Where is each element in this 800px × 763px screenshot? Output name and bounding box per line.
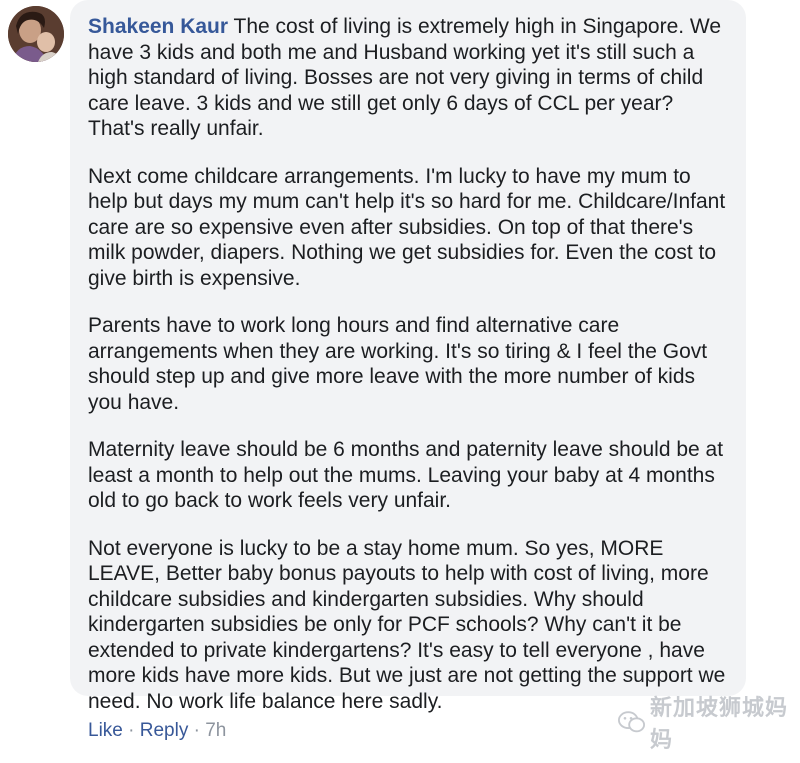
profile-photo xyxy=(8,6,64,62)
comment-paragraph: Not everyone is lucky to be a stay home … xyxy=(88,536,726,713)
comment-paragraph: Parents have to work long hours and find… xyxy=(88,314,708,414)
comment-paragraph: Maternity leave should be 6 months and p… xyxy=(88,438,724,512)
comment-paragraph: Next come childcare arrangements. I'm lu… xyxy=(88,164,726,290)
timestamp-link[interactable]: 7h xyxy=(205,720,226,742)
watermark-text: 新加坡狮城妈妈 xyxy=(649,696,788,753)
comment-actions: Like · Reply · 7h xyxy=(88,720,226,742)
wechat-icon xyxy=(618,711,646,733)
separator: · xyxy=(193,720,200,741)
reply-link[interactable]: Reply xyxy=(140,720,189,742)
like-link[interactable]: Like xyxy=(88,720,123,742)
comment-paragraph: Shakeen Kaur The cost of living is extre… xyxy=(88,14,726,142)
comment-bubble: Shakeen Kaur The cost of living is extre… xyxy=(70,0,746,713)
separator: · xyxy=(128,720,135,741)
avatar[interactable] xyxy=(8,6,64,62)
comment-author-link[interactable]: Shakeen Kaur xyxy=(88,15,228,38)
watermark: 新加坡狮城妈妈 xyxy=(618,696,800,753)
